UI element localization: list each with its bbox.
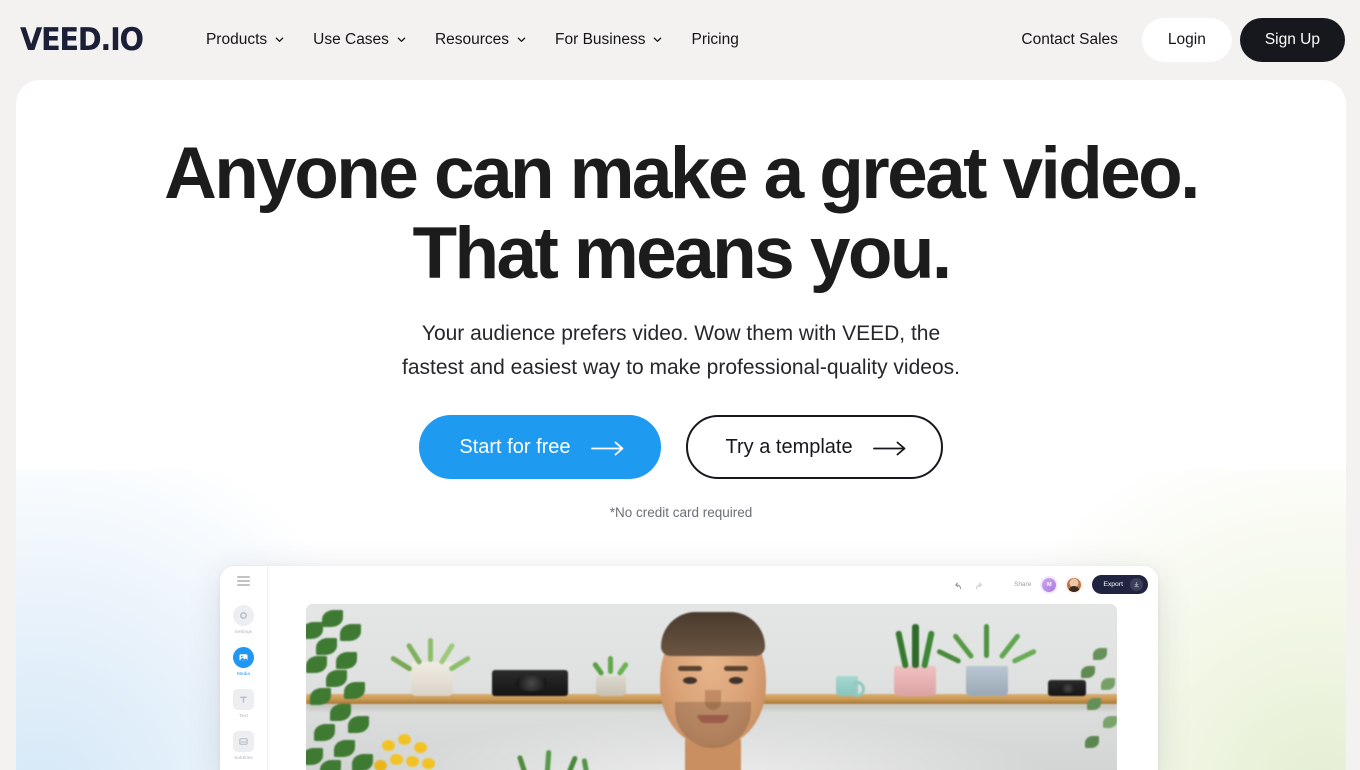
nav-item-products[interactable]: Products — [192, 21, 299, 59]
hero-subheadline: Your audience prefers video. Wow them wi… — [16, 317, 1346, 385]
nav-actions: Contact Sales Login Sign Up — [1005, 18, 1345, 62]
nav-label: Use Cases — [313, 31, 389, 48]
scene-person-mouth — [697, 715, 729, 723]
export-label: Export — [1103, 581, 1123, 588]
contact-sales-link[interactable]: Contact Sales — [1005, 21, 1134, 59]
hero-content: Anyone can make a great video. That mean… — [16, 134, 1346, 520]
sidebar-item-text[interactable]: Text — [222, 689, 266, 718]
scene-pot-pink — [894, 666, 936, 696]
share-button[interactable]: Share — [1014, 581, 1031, 588]
sidebar-item-subtitles[interactable]: Subtitles — [222, 731, 266, 760]
sidebar-item-media[interactable]: Media — [222, 647, 266, 676]
headline-line-2: That means you. — [412, 212, 952, 294]
chevron-down-icon — [516, 34, 527, 45]
scene-fern-blue-pot — [936, 618, 1037, 668]
subhead-line-2: fastest and easiest way to make professi… — [402, 356, 960, 380]
gear-icon — [233, 605, 254, 626]
nav-label: Products — [205, 31, 268, 48]
login-button[interactable]: Login — [1141, 18, 1232, 62]
start-for-free-label: Start for free — [459, 436, 571, 459]
scene-person-brow — [724, 666, 749, 671]
try-a-template-button[interactable]: Try a template — [685, 415, 943, 480]
nav-label: Pricing — [691, 31, 739, 48]
nav-item-pricing[interactable]: Pricing — [677, 21, 752, 59]
avatar[interactable] — [1067, 577, 1082, 592]
nav-item-for-business[interactable]: For Business — [541, 21, 677, 59]
scene-person-eye — [729, 677, 744, 684]
try-a-template-label: Try a template — [725, 436, 853, 459]
editor-sidebar: Settings Media Text Subtitles — [220, 566, 268, 770]
arrow-right-icon — [590, 440, 625, 456]
app-editor-mockup: Settings Media Text Subtitles Share M Ex… — [220, 566, 1158, 770]
scene-pot-blue — [966, 666, 1008, 696]
chevron-down-icon — [396, 34, 407, 45]
video-preview-canvas[interactable] — [306, 604, 1117, 770]
nav-item-resources[interactable]: Resources — [421, 21, 541, 59]
top-navigation-bar: VEED.IO Products Use Cases Resources For… — [0, 0, 1360, 80]
scene-person-hair — [661, 612, 766, 656]
editor-toolbar: Share M Export — [268, 566, 1158, 603]
no-credit-card-disclaimer: *No credit card required — [609, 505, 753, 521]
undo-icon[interactable] — [952, 579, 963, 590]
subhead-line-1: Your audience prefers video. Wow them wi… — [421, 322, 941, 346]
main-nav-links: Products Use Cases Resources For Busines… — [192, 21, 753, 59]
sidebar-label: Settings — [234, 629, 253, 634]
scene-pot-white — [411, 662, 453, 696]
scene-trailing-plant-right — [1079, 644, 1117, 770]
download-icon — [1130, 578, 1143, 591]
scene-pot-grey — [596, 676, 626, 696]
scene-mug — [836, 676, 865, 697]
scene-shrub-small — [591, 652, 630, 678]
image-icon — [233, 647, 254, 668]
nav-label: Resources — [434, 31, 510, 48]
scene-person-brow — [678, 666, 703, 671]
veed-logo[interactable]: VEED.IO — [20, 24, 144, 56]
export-button[interactable]: Export — [1092, 575, 1148, 594]
scene-snake-plant — [892, 622, 938, 669]
headline-line-1: Anyone can make a great video. — [164, 133, 1200, 214]
sidebar-label: Subtitles — [234, 755, 253, 760]
sign-up-button[interactable]: Sign Up — [1239, 18, 1345, 62]
scene-yellow-flowers — [372, 734, 446, 770]
subtitles-icon — [233, 731, 254, 752]
hero-section: Anyone can make a great video. That mean… — [16, 80, 1346, 770]
sidebar-item-settings[interactable]: Settings — [222, 605, 266, 634]
hamburger-menu-icon[interactable] — [237, 576, 250, 587]
avatar[interactable]: M — [1042, 577, 1057, 592]
start-for-free-button[interactable]: Start for free — [419, 415, 661, 480]
hero-headline: Anyone can make a great video. That mean… — [16, 134, 1346, 293]
scene-person — [647, 612, 779, 770]
scene-fern-white-pot — [389, 624, 472, 673]
scene-person-eye — [683, 677, 698, 684]
redo-icon[interactable] — [974, 579, 985, 590]
chevron-down-icon — [274, 34, 285, 45]
scene-foreground-greens — [506, 740, 626, 770]
chevron-down-icon — [652, 34, 663, 45]
nav-label: For Business — [555, 31, 646, 48]
sidebar-label: Text — [239, 713, 248, 718]
arrow-right-icon — [872, 440, 907, 456]
scene-person-head — [660, 612, 767, 748]
cta-button-row: Start for free Try a template — [16, 415, 1346, 480]
video-scene — [306, 604, 1117, 770]
sidebar-label: Media — [236, 671, 250, 676]
text-icon — [233, 689, 254, 710]
editor-main-area: Share M Export — [268, 566, 1158, 770]
nav-item-use-cases[interactable]: Use Cases — [299, 21, 421, 59]
scene-camera-large — [492, 670, 568, 696]
